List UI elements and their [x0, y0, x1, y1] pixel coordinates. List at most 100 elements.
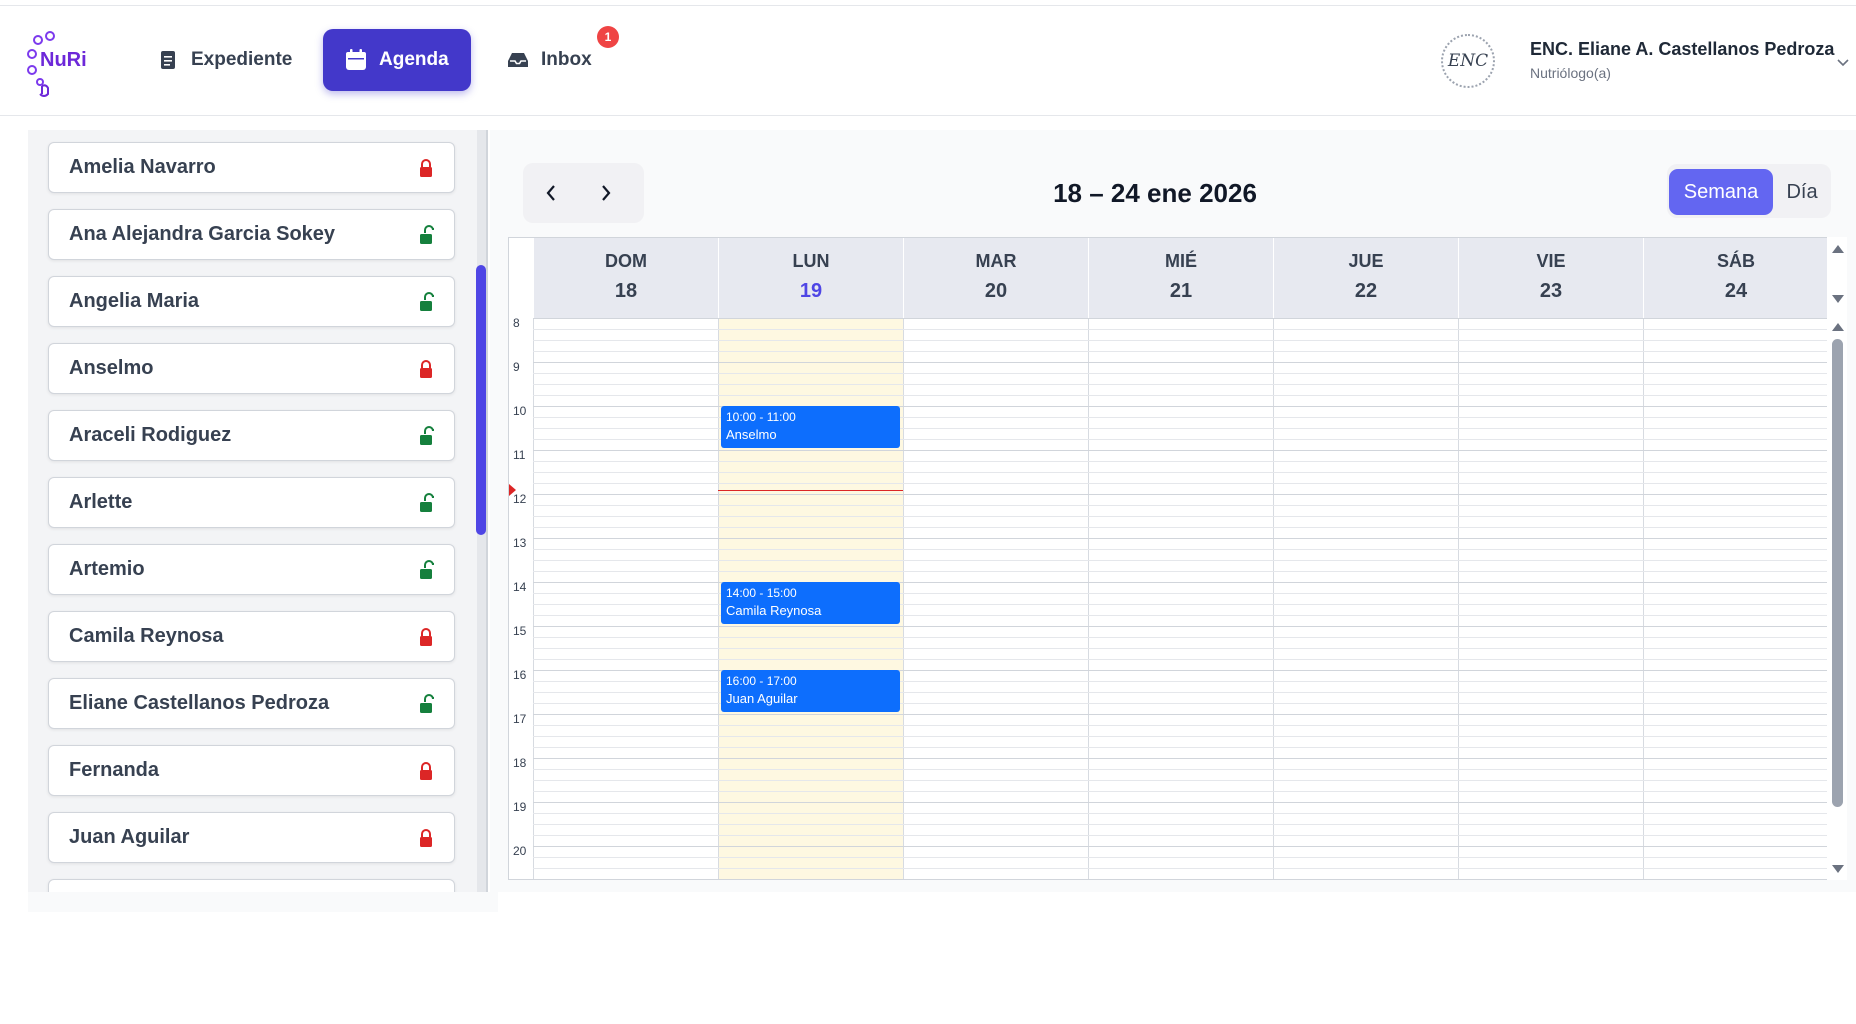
event-title: Camila Reynosa: [726, 603, 822, 618]
patient-item[interactable]: Arlette: [48, 477, 455, 528]
user-name[interactable]: ENC. Eliane A. Castellanos Pedroza: [1530, 39, 1834, 60]
date-range-title: 18 – 24 ene 2026: [1053, 178, 1257, 208]
appointment-event[interactable]: 16:00 - 17:00 Juan Aguilar: [721, 670, 900, 712]
quarter-line: [533, 824, 1828, 825]
nav-inbox[interactable]: Inbox: [485, 29, 614, 91]
next-week-button[interactable]: [578, 163, 633, 223]
day-name: DOM: [605, 251, 647, 271]
patient-item[interactable]: Camila Reynosa: [48, 611, 455, 662]
hour-line: [533, 318, 1828, 319]
week-grid-scrollbar[interactable]: [1827, 237, 1847, 880]
quarter-line: [533, 373, 1828, 374]
patient-item[interactable]: Amelia Navarro: [48, 142, 455, 193]
day-name: MIÉ: [1164, 251, 1197, 271]
logo-wordmark: NuRi: [40, 49, 87, 71]
document-icon: [157, 49, 179, 71]
quarter-line: [533, 340, 1828, 341]
day-column[interactable]: [1458, 318, 1643, 879]
patient-item[interactable]: Ana Alejandra Garcia Sokey: [48, 209, 455, 260]
day-header[interactable]: MIÉ 21: [1088, 238, 1273, 318]
patient-name: Anselmo: [69, 357, 154, 379]
day-column[interactable]: [1088, 318, 1273, 879]
scroll-up-arrow-icon[interactable]: [1832, 245, 1844, 253]
quarter-line: [533, 571, 1828, 572]
scroll-down-arrow-icon[interactable]: [1832, 295, 1844, 303]
unlock-icon[interactable]: [418, 291, 434, 312]
patient-item[interactable]: Angelia Maria: [48, 276, 455, 327]
hour-label: 17: [513, 712, 527, 726]
view-toggle: Semana Día: [1667, 164, 1831, 218]
day-header[interactable]: SÁB 24: [1643, 238, 1828, 318]
patient-item[interactable]: Eliane Castellanos Pedroza: [48, 678, 455, 729]
lock-icon[interactable]: [418, 359, 434, 379]
week-grid[interactable]: DOM 18 LUN 19 MAR 20 MIÉ 21 JUE 22 VIE 23 SÁB 24 8 9 10 1…: [508, 237, 1847, 880]
unlock-icon[interactable]: [418, 425, 434, 446]
day-header[interactable]: MAR 20: [903, 238, 1088, 318]
appointment-event[interactable]: 10:00 - 11:00 Anselmo: [721, 406, 900, 448]
patient-item[interactable]: Araceli Rodiguez: [48, 410, 455, 461]
sidebar-footer: [28, 892, 498, 912]
patient-item[interactable]: Artemio: [48, 544, 455, 595]
day-number: 22: [1354, 280, 1378, 302]
scroll-down-arrow-icon[interactable]: [1832, 865, 1844, 873]
nav-expediente-label: Expediente: [191, 49, 293, 70]
hour-line: [533, 538, 1828, 539]
day-column[interactable]: [1273, 318, 1458, 879]
current-time-line: [718, 490, 903, 491]
nav-agenda[interactable]: Agenda: [323, 29, 471, 91]
day-header[interactable]: LUN 19: [718, 238, 903, 318]
unlock-icon[interactable]: [418, 559, 434, 580]
day-column[interactable]: [533, 318, 718, 879]
unlock-icon[interactable]: [418, 492, 434, 513]
quarter-line: [533, 516, 1828, 517]
unlock-icon[interactable]: [418, 693, 434, 714]
chevron-left-icon: [546, 185, 555, 201]
nuri-logo[interactable]: NuRi: [24, 28, 94, 98]
day-header[interactable]: VIE 23: [1458, 238, 1643, 318]
patient-item[interactable]: Juan Aguilar: [48, 812, 455, 863]
patient-list-scrollbar[interactable]: [476, 265, 486, 535]
hour-label: 20: [513, 844, 527, 858]
day-number: 23: [1539, 280, 1563, 302]
hour-line: [533, 626, 1828, 627]
hour-label: 9: [513, 360, 520, 374]
lock-icon[interactable]: [418, 828, 434, 848]
quarter-line: [533, 483, 1828, 484]
scroll-thumb[interactable]: [1832, 339, 1843, 807]
quarter-line: [533, 505, 1828, 506]
hour-label: 13: [513, 536, 527, 550]
quarter-line: [533, 857, 1828, 858]
day-view-button[interactable]: Día: [1775, 169, 1829, 215]
hour-label: 11: [513, 448, 526, 462]
day-header[interactable]: DOM 18: [533, 238, 718, 318]
hour-line: [533, 494, 1828, 495]
patient-list[interactable]: Amelia Navarro Ana Alejandra Garcia Sokey…: [28, 130, 488, 892]
chevron-down-icon[interactable]: [1836, 56, 1850, 70]
day-column[interactable]: [903, 318, 1088, 879]
day-name: VIE: [1536, 251, 1566, 271]
appointment-event[interactable]: 14:00 - 15:00 Camila Reynosa: [721, 582, 900, 624]
hour-label: 10: [513, 404, 527, 418]
quarter-line: [533, 461, 1828, 462]
patient-item[interactable]: [48, 879, 455, 892]
scroll-up-arrow-icon[interactable]: [1832, 323, 1844, 331]
quarter-line: [533, 747, 1828, 748]
quarter-line: [533, 560, 1828, 561]
patient-item[interactable]: Anselmo: [48, 343, 455, 394]
quarter-line: [533, 637, 1828, 638]
hour-line: [533, 450, 1828, 451]
quarter-line: [533, 472, 1828, 473]
week-view-button[interactable]: Semana: [1669, 169, 1773, 215]
nav-expediente[interactable]: Expediente: [135, 29, 314, 91]
patient-item[interactable]: Fernanda: [48, 745, 455, 796]
lock-icon[interactable]: [418, 627, 434, 647]
hour-line: [533, 714, 1828, 715]
unlock-icon[interactable]: [418, 224, 434, 245]
day-column[interactable]: [1643, 318, 1828, 879]
lock-icon[interactable]: [418, 761, 434, 781]
lock-icon[interactable]: [418, 158, 434, 178]
user-avatar[interactable]: ENC: [1441, 34, 1495, 88]
hour-line: [533, 846, 1828, 847]
prev-week-button[interactable]: [523, 163, 578, 223]
day-header[interactable]: JUE 22: [1273, 238, 1458, 318]
